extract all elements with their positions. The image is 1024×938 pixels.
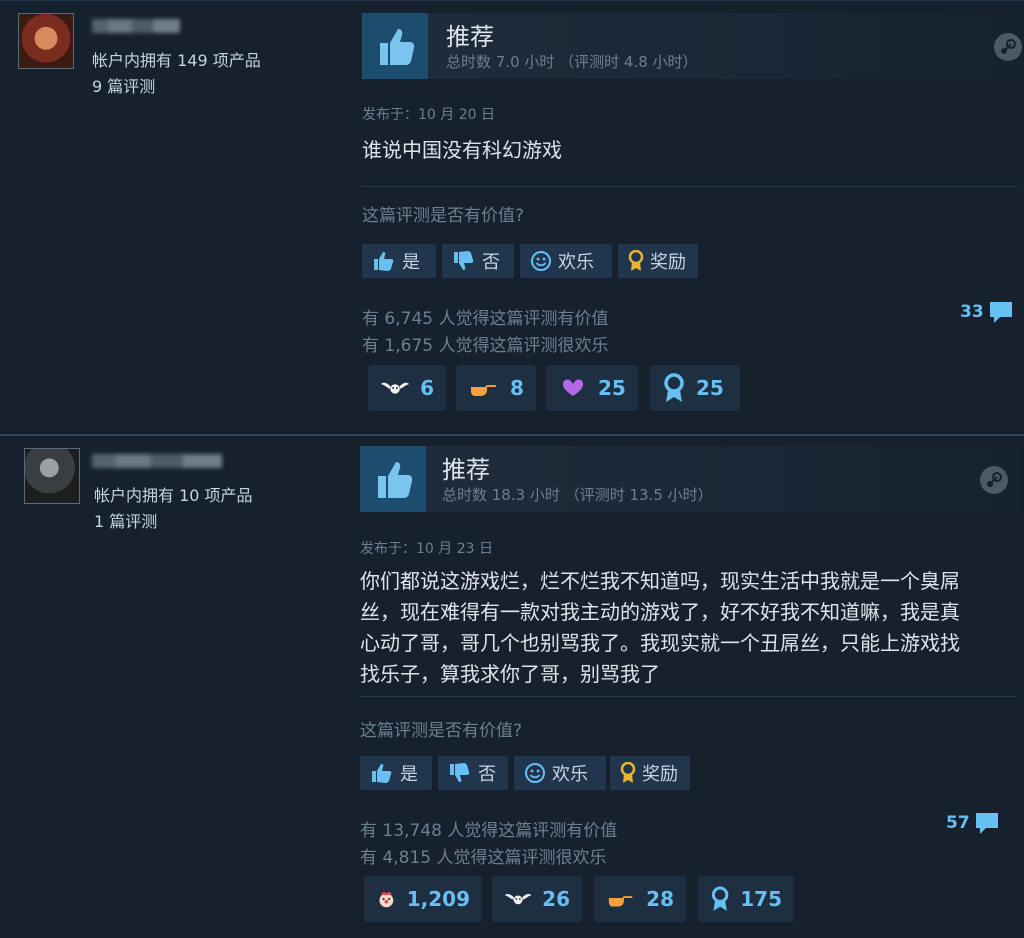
helpful-question: 这篇评测是否有价值? — [362, 206, 525, 226]
award-label: 奖励 — [642, 764, 678, 785]
clown-award-icon — [379, 892, 394, 908]
award-ribbon-icon — [620, 762, 636, 783]
comment-bubble-icon — [975, 813, 998, 834]
review-content-line: 丝，现在难得有一款对我主动的游戏了，好不好我不知道嘛，我是真 — [360, 600, 960, 624]
playtime: 总时数 7.0 小时 （评测时 4.8 小时） — [446, 53, 698, 71]
thumbs-up-icon — [372, 764, 392, 783]
steam-logo-icon — [980, 466, 1008, 494]
vote-yes-button[interactable]: 是 — [362, 244, 436, 278]
thumbs-up-icon — [360, 446, 426, 512]
review-content-line: 找乐子，算我求你了哥，别骂我了 — [360, 662, 660, 686]
vote-yes-button[interactable]: 是 — [360, 756, 432, 790]
products-owned[interactable]: 帐户内拥有 10 项产品 — [94, 482, 253, 506]
divider — [360, 696, 1016, 697]
reviewer-name-blurred[interactable] — [92, 19, 180, 33]
vote-funny-label: 欢乐 — [558, 252, 594, 273]
thumbs-up-icon — [374, 252, 394, 271]
award-item[interactable]: 26 — [492, 876, 582, 922]
wings-award-icon — [380, 382, 410, 394]
award-item[interactable]: 25 — [650, 365, 740, 411]
posted-date: 发布于：10 月 20 日 — [362, 107, 495, 123]
thumbs-down-icon — [454, 251, 474, 270]
funny-count: 有 4,815 人觉得这篇评测很欢乐 — [360, 848, 607, 868]
verdict-label: 推荐 — [446, 23, 494, 51]
vote-no-label: 否 — [478, 764, 496, 785]
vote-yes-label: 是 — [402, 252, 420, 273]
award-count: 26 — [542, 887, 570, 911]
award-label: 奖励 — [650, 252, 686, 273]
helpful-question: 这篇评测是否有价值? — [360, 721, 523, 741]
award-item[interactable]: 28 — [594, 876, 686, 922]
pointing-hand-award-icon — [471, 385, 497, 396]
award-item[interactable]: 175 — [698, 876, 794, 922]
award-count: 175 — [740, 887, 782, 911]
vote-yes-label: 是 — [400, 764, 418, 785]
vote-no-button[interactable]: 否 — [442, 244, 514, 278]
review-content: 你们都说这游戏烂，烂不烂我不知道吗，现实生活中我就是一个臭屌 丝，现在难得有一款… — [360, 566, 960, 690]
award-item[interactable]: 6 — [368, 365, 446, 411]
helpful-count: 有 6,745 人觉得这篇评测有价值 — [362, 309, 609, 329]
steam-logo-icon — [994, 33, 1022, 61]
vote-no-label: 否 — [482, 252, 500, 273]
thumbs-up-icon — [362, 13, 428, 79]
smiley-icon — [531, 251, 551, 271]
wings-award-icon — [504, 894, 532, 905]
review-card: 帐户内拥有 10 项产品 1 篇评测 推荐 总时数 18.3 小时 （评测时 1… — [0, 434, 1024, 938]
heart-hands-award-icon — [562, 379, 584, 396]
smiley-icon — [525, 763, 545, 783]
award-count: 28 — [646, 887, 674, 911]
award-count: 25 — [696, 376, 724, 400]
reviewer-name-blurred[interactable] — [92, 454, 222, 468]
funny-count: 有 1,675 人觉得这篇评测很欢乐 — [362, 336, 609, 356]
divider — [362, 186, 1018, 187]
review-content-line: 谁说中国没有科幻游戏 — [362, 138, 562, 162]
review-header[interactable]: 推荐 总时数 7.0 小时 （评测时 4.8 小时） — [362, 13, 1022, 79]
reviewer-avatar[interactable] — [18, 13, 74, 69]
comment-bubble-icon — [989, 302, 1012, 323]
award-count: 1,209 — [406, 887, 470, 911]
award-button[interactable]: 奖励 — [610, 756, 690, 790]
award-ribbon-icon — [628, 250, 644, 271]
award-item[interactable]: 25 — [546, 365, 638, 411]
vote-no-button[interactable]: 否 — [438, 756, 508, 790]
products-owned[interactable]: 帐户内拥有 149 项产品 — [92, 47, 261, 71]
comment-count: 33 — [960, 302, 984, 322]
review-card: 帐户内拥有 149 项产品 9 篇评测 推荐 总时数 7.0 小时 （评测时 4… — [0, 0, 1024, 429]
award-count: 25 — [598, 376, 626, 400]
vote-funny-button[interactable]: 欢乐 — [514, 756, 606, 790]
vote-funny-button[interactable]: 欢乐 — [520, 244, 612, 278]
reviewer-avatar[interactable] — [24, 448, 80, 504]
comments-link[interactable]: 57 — [946, 810, 1000, 836]
review-count[interactable]: 9 篇评测 — [92, 73, 155, 97]
award-button[interactable]: 奖励 — [618, 244, 698, 278]
award-count: 8 — [510, 376, 524, 400]
review-count[interactable]: 1 篇评测 — [94, 508, 157, 532]
review-content-line: 心动了哥，哥几个也别骂我了。我现实就一个丑屌丝，只能上游戏找 — [360, 631, 960, 655]
posted-date: 发布于：10 月 23 日 — [360, 541, 493, 557]
review-content-line: 你们都说这游戏烂，烂不烂我不知道吗，现实生活中我就是一个臭屌 — [360, 569, 960, 593]
playtime: 总时数 18.3 小时 （评测时 13.5 小时） — [442, 486, 713, 504]
review-content: 谁说中国没有科幻游戏 — [362, 135, 562, 166]
medal-award-icon — [711, 886, 729, 911]
comments-link[interactable]: 33 — [960, 299, 1014, 325]
helpful-count: 有 13,748 人觉得这篇评测有价值 — [360, 821, 618, 841]
vote-funny-label: 欢乐 — [552, 764, 588, 785]
review-header[interactable]: 推荐 总时数 18.3 小时 （评测时 13.5 小时） — [360, 446, 1020, 512]
thumbs-down-icon — [450, 763, 470, 782]
award-count: 6 — [420, 376, 434, 400]
award-item[interactable]: 8 — [456, 365, 536, 411]
medal-award-icon — [664, 373, 684, 402]
award-item[interactable]: 1,209 — [364, 876, 482, 922]
verdict-label: 推荐 — [442, 456, 490, 484]
comment-count: 57 — [946, 813, 970, 833]
pointing-hand-award-icon — [608, 896, 633, 907]
